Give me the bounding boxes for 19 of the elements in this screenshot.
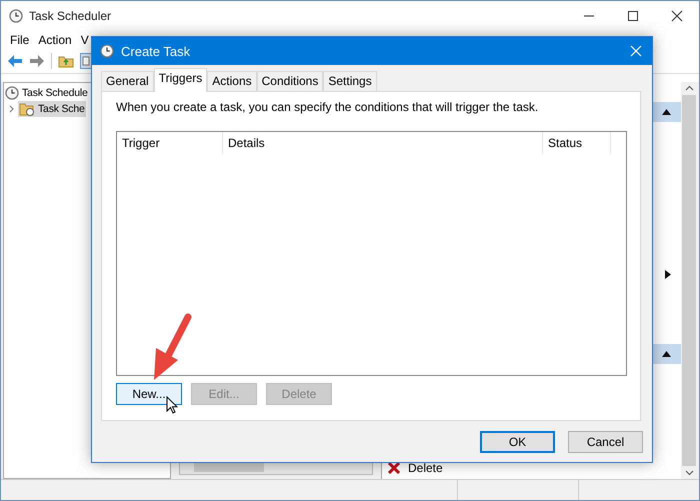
dialog-button[interactable]: Cancel xyxy=(568,431,643,453)
column-header[interactable]: Trigger xyxy=(117,132,223,154)
delete-action[interactable]: Delete xyxy=(408,461,443,475)
tab[interactable]: Conditions xyxy=(256,71,324,91)
column-header[interactable]: Status xyxy=(543,132,611,154)
dialog-button[interactable]: OK xyxy=(480,431,555,453)
menu-item[interactable]: V xyxy=(80,33,89,47)
tab[interactable]: Triggers xyxy=(154,68,208,92)
window-title: Task Scheduler xyxy=(29,9,112,23)
menu-item[interactable]: Action xyxy=(38,33,72,47)
tab[interactable]: Actions xyxy=(207,71,257,91)
instruction-text: When you create a task, you can specify the conditions that will trigger the task. xyxy=(116,100,540,116)
list-button[interactable]: New... xyxy=(116,383,182,405)
dialog-title: Create Task xyxy=(121,44,190,58)
tree-item[interactable]: Task Sche xyxy=(18,101,86,117)
tab[interactable]: General xyxy=(101,71,154,91)
menu-item[interactable]: File xyxy=(10,33,30,47)
tab[interactable]: Settings xyxy=(323,71,377,91)
column-header[interactable]: Details xyxy=(223,132,543,154)
